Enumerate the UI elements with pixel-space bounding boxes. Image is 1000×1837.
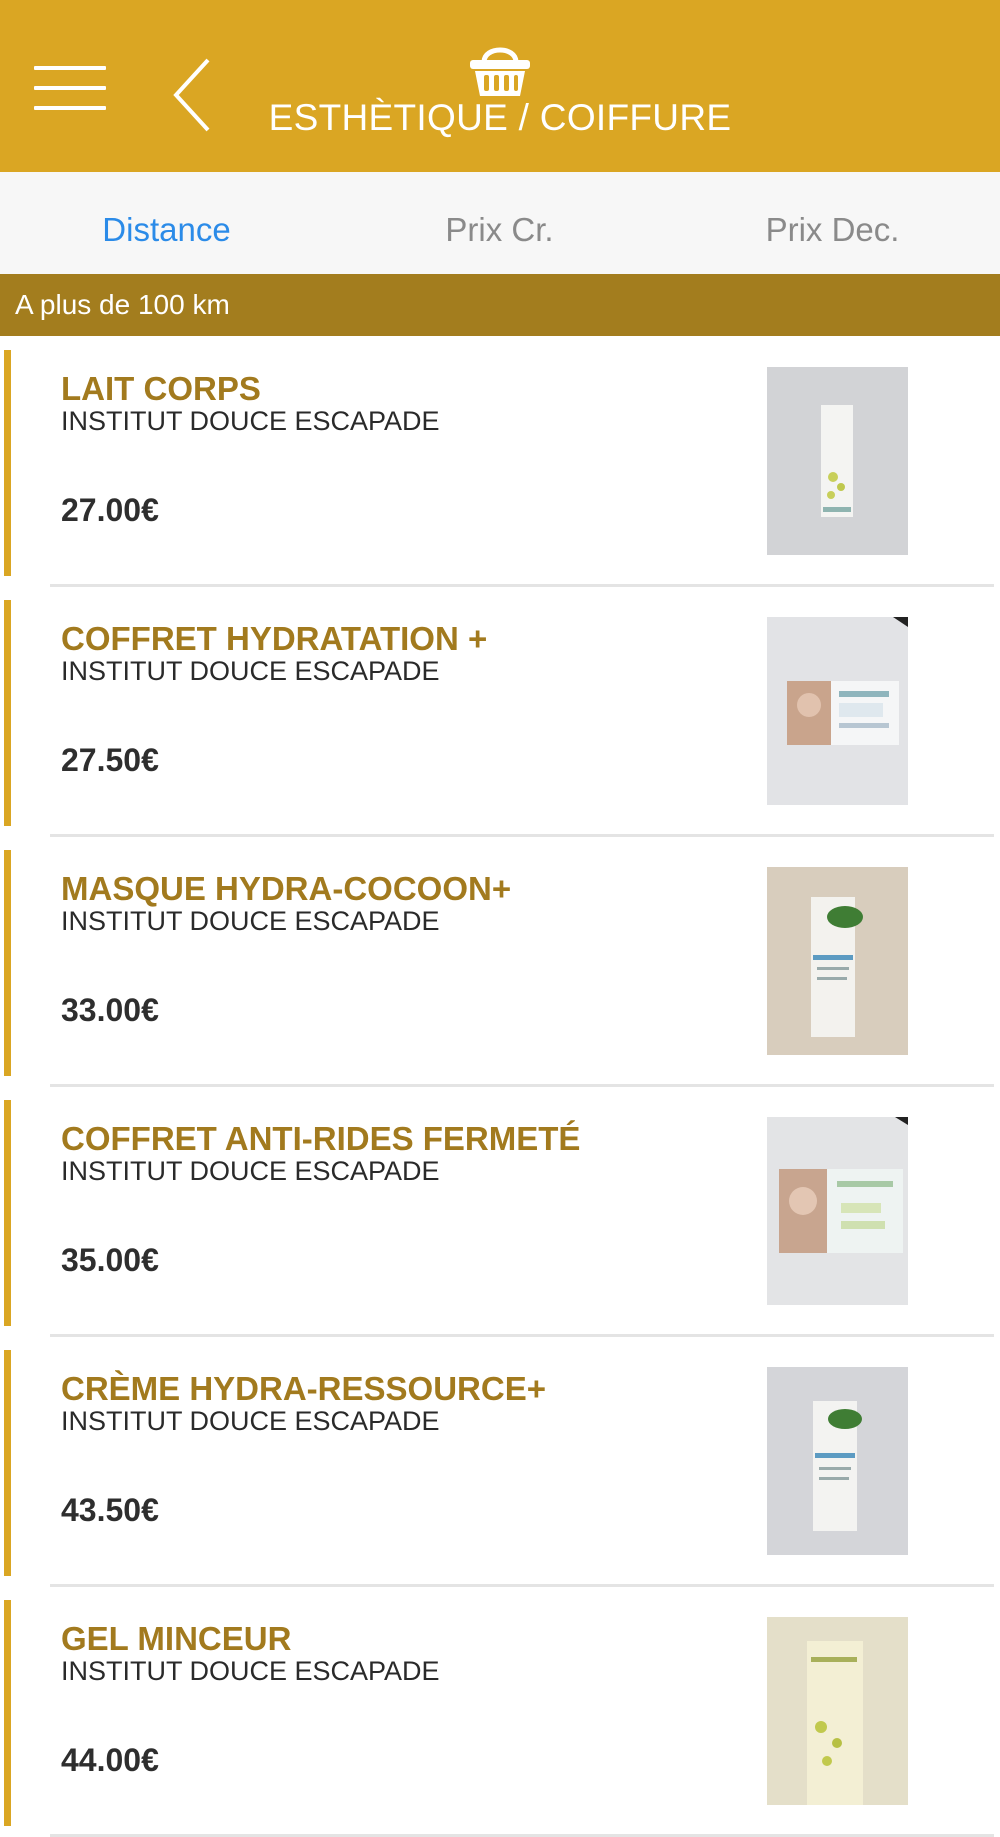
product-thumbnail[interactable] xyxy=(767,1617,908,1805)
accent-bar xyxy=(4,1100,11,1326)
page-title: ESTHÈTIQUE / COIFFURE xyxy=(268,97,732,138)
section-label: A plus de 100 km xyxy=(15,289,230,320)
product-thumbnail[interactable] xyxy=(767,367,908,555)
accent-bar xyxy=(4,600,11,826)
product-title: MASQUE HYDRA-COCOON+ xyxy=(61,870,512,907)
shop-name: INSTITUT DOUCE ESCAPADE xyxy=(61,656,440,686)
tab-prix-croissant[interactable]: Prix Cr. xyxy=(333,172,666,274)
shopping-basket-icon[interactable] xyxy=(468,40,532,98)
product-item[interactable]: CRÈME HYDRA-RESSOURCE+ INSTITUT DOUCE ES… xyxy=(0,1336,1000,1587)
accent-bar xyxy=(4,1350,11,1576)
product-title: GEL MINCEUR xyxy=(61,1620,292,1657)
shop-name: INSTITUT DOUCE ESCAPADE xyxy=(61,1406,440,1436)
shop-name: INSTITUT DOUCE ESCAPADE xyxy=(61,1156,440,1186)
shop-name: INSTITUT DOUCE ESCAPADE xyxy=(61,406,440,436)
accent-bar xyxy=(4,1600,11,1826)
shop-name: INSTITUT DOUCE ESCAPADE xyxy=(61,1656,440,1686)
tab-prix-decroissant[interactable]: Prix Dec. xyxy=(666,172,999,274)
product-item[interactable]: LAIT CORPS INSTITUT DOUCE ESCAPADE 27.00… xyxy=(0,336,1000,587)
product-price: 43.50€ xyxy=(61,1492,159,1528)
product-item[interactable]: GEL MINCEUR INSTITUT DOUCE ESCAPADE 44.0… xyxy=(0,1586,1000,1837)
distance-section-header: A plus de 100 km xyxy=(0,274,1000,336)
product-thumbnail[interactable] xyxy=(767,617,908,805)
product-title: CRÈME HYDRA-RESSOURCE+ xyxy=(61,1370,546,1407)
accent-bar xyxy=(4,850,11,1076)
product-title: COFFRET ANTI-RIDES FERMETÉ xyxy=(61,1120,581,1157)
product-thumbnail[interactable] xyxy=(767,867,908,1055)
product-item[interactable]: COFFRET ANTI-RIDES FERMETÉ INSTITUT DOUC… xyxy=(0,1086,1000,1337)
product-price: 27.00€ xyxy=(61,492,159,528)
product-price: 44.00€ xyxy=(61,1742,159,1778)
product-price: 35.00€ xyxy=(61,1242,159,1278)
product-item[interactable]: MASQUE HYDRA-COCOON+ INSTITUT DOUCE ESCA… xyxy=(0,836,1000,1087)
product-thumbnail[interactable] xyxy=(767,1117,908,1305)
product-title: COFFRET HYDRATATION + xyxy=(61,620,488,657)
app-header: ESTHÈTIQUE / COIFFURE xyxy=(0,0,1000,172)
sort-tabs: Distance Prix Cr. Prix Dec. xyxy=(0,172,1000,275)
product-price: 33.00€ xyxy=(61,992,159,1028)
accent-bar xyxy=(4,350,11,576)
shop-name: INSTITUT DOUCE ESCAPADE xyxy=(61,906,440,936)
product-price: 27.50€ xyxy=(61,742,159,778)
product-item[interactable]: COFFRET HYDRATATION + INSTITUT DOUCE ESC… xyxy=(0,586,1000,837)
product-title: LAIT CORPS xyxy=(61,370,261,407)
tab-distance[interactable]: Distance xyxy=(0,172,333,274)
product-thumbnail[interactable] xyxy=(767,1367,908,1555)
